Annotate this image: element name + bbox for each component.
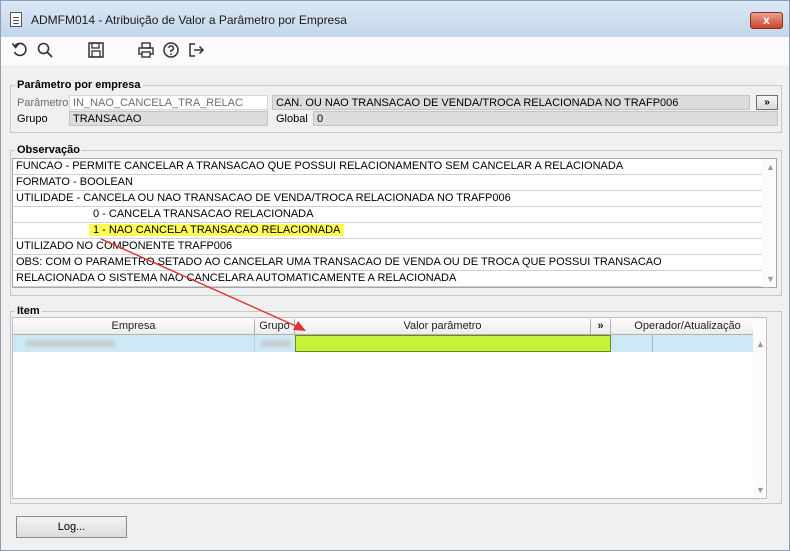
observacao-textbox[interactable]: FUNCAO - PERMITE CANCELAR A TRANSACAO QU…: [12, 158, 777, 288]
row-atualizacao-cell[interactable]: [653, 335, 765, 352]
column-header-more-button[interactable]: »: [591, 319, 611, 335]
parametro-more-button[interactable]: »: [756, 95, 778, 110]
scroll-down-icon[interactable]: ▼: [766, 274, 775, 284]
row-operador-cell[interactable]: [611, 335, 653, 352]
global-label: Global: [276, 113, 308, 125]
window-title: ADMFM014 - Atribuição de Valor a Parâmet…: [31, 13, 347, 27]
toolbar: [1, 37, 789, 65]
parametro-legend: Parâmetro por empresa: [15, 79, 143, 91]
document-icon: [10, 12, 22, 27]
exit-icon[interactable]: [187, 41, 205, 59]
observacao-line-highlighted: 1 - NAO CANCELA TRANSACAO RELACIONADA: [13, 223, 763, 239]
scroll-up-icon[interactable]: ▲: [756, 339, 765, 349]
scroll-down-icon[interactable]: ▼: [756, 485, 765, 495]
row-valor-cell[interactable]: [295, 335, 611, 352]
observacao-line: 0 - CANCELA TRANSACAO RELACIONADA: [13, 207, 763, 223]
observacao-legend: Observação: [15, 144, 82, 156]
title-bar: ADMFM014 - Atribuição de Valor a Parâmet…: [1, 1, 789, 37]
help-icon[interactable]: [162, 41, 180, 59]
observacao-line: FORMATO - BOOLEAN: [13, 175, 763, 191]
observacao-line: FUNCAO - PERMITE CANCELAR A TRANSACAO QU…: [13, 159, 763, 175]
grupo-field: TRANSACAO: [69, 111, 268, 126]
undo-icon[interactable]: [11, 41, 29, 59]
row-empresa-cell[interactable]: [13, 335, 255, 352]
main-window: ADMFM014 - Atribuição de Valor a Parâmet…: [0, 0, 790, 551]
item-legend: Item: [15, 305, 42, 317]
row-grupo-cell[interactable]: [255, 335, 295, 352]
observacao-line: RELACIONADA O SISTEMA NAO CANCELARA AUTO…: [13, 271, 763, 287]
print-icon[interactable]: [137, 41, 155, 59]
item-grid-scrollbar[interactable]: ▲ ▼: [753, 318, 766, 498]
scroll-up-icon[interactable]: ▲: [766, 162, 775, 172]
log-button[interactable]: Log...: [16, 516, 127, 538]
observacao-line: UTILIDADE - CANCELA OU NAO TRANSACAO DE …: [13, 191, 763, 207]
observacao-line: OBS: COM O PARAMETRO SETADO AO CANCELAR …: [13, 255, 763, 271]
blurred-value: [25, 340, 115, 347]
search-icon[interactable]: [36, 41, 54, 59]
blurred-value: [261, 340, 291, 347]
parametro-label: Parâmetro: [17, 97, 69, 109]
grupo-label: Grupo: [17, 113, 48, 125]
observacao-line: UTILIZADO NO COMPONENTE TRAFP006: [13, 239, 763, 255]
column-header-empresa[interactable]: Empresa: [13, 319, 255, 335]
parametro-field[interactable]: IN_NAO_CANCELA_TRA_RELAC: [69, 95, 268, 110]
observacao-scrollbar[interactable]: ▲ ▼: [762, 159, 776, 287]
save-icon[interactable]: [87, 41, 105, 59]
close-button[interactable]: x: [750, 12, 783, 29]
item-grid: Empresa Grupo Valor parâmetro » Operador…: [12, 317, 767, 499]
global-field: 0: [313, 111, 778, 126]
column-header-operador[interactable]: Operador/Atualização: [611, 319, 765, 335]
column-header-grupo[interactable]: Grupo: [255, 319, 295, 335]
parametro-description-field: CAN. OU NAO TRANSACAO DE VENDA/TROCA REL…: [272, 95, 750, 110]
highlighted-text: 1 - NAO CANCELA TRANSACAO RELACIONADA: [89, 224, 345, 236]
column-header-valor[interactable]: Valor parâmetro: [295, 319, 591, 335]
